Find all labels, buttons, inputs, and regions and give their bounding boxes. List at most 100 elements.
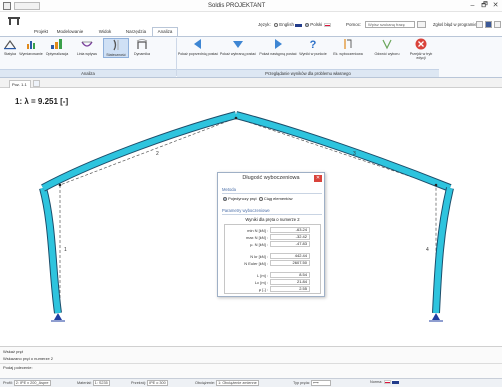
row-label: min N [kN] : bbox=[247, 228, 268, 233]
previous-mode-label: Pokaż poprzednią postać bbox=[177, 52, 219, 56]
chain-label: Ciąg elementów bbox=[263, 196, 293, 201]
row-label: μ. N [kN] : bbox=[250, 242, 268, 247]
help-search-input[interactable]: Wpisz szukaną frazę bbox=[365, 21, 415, 28]
arrow-left-icon bbox=[194, 39, 201, 49]
arrow-right-icon bbox=[275, 39, 282, 49]
dynamika-button[interactable]: Dynamika bbox=[130, 38, 154, 56]
statecznosc-button[interactable]: Stateczność bbox=[103, 38, 129, 59]
invert-selection-label: Odwróć wyboru bbox=[374, 52, 400, 56]
help-icon[interactable] bbox=[476, 21, 483, 28]
row-value: -63.24 bbox=[270, 227, 310, 233]
row-value: -32.42 bbox=[270, 234, 310, 240]
wymiarowanie-button[interactable]: Wymiarowanie bbox=[19, 38, 43, 56]
przekroj-label: Przekrój: bbox=[131, 381, 146, 385]
buckling-length-icon bbox=[344, 39, 352, 49]
command-divider bbox=[0, 363, 502, 364]
optymalizacja-label: Optymalizacja bbox=[45, 52, 69, 56]
lang-polish-option[interactable]: Polski bbox=[305, 22, 331, 27]
invert-selection-button[interactable]: Odwróć wyboru bbox=[370, 38, 404, 56]
optymalizacja-button[interactable]: Optymalizacja bbox=[43, 38, 71, 56]
next-mode-label: Pokaż następną postać bbox=[259, 52, 297, 56]
method-section-label: Metoda bbox=[222, 187, 236, 192]
row-label: L [m] : bbox=[257, 273, 268, 278]
row-value: 2.55 bbox=[270, 286, 310, 292]
radio-polish[interactable] bbox=[305, 22, 309, 27]
close-window-button[interactable]: ✕ bbox=[491, 1, 500, 10]
params-section-label: Parametry wyboczeniowe bbox=[222, 208, 270, 213]
close-red-icon bbox=[415, 38, 427, 50]
help-search-button[interactable] bbox=[417, 21, 426, 28]
tab-widok[interactable]: Widok bbox=[94, 27, 116, 36]
edit-mode-button[interactable]: Przejdź w tryb edycji bbox=[406, 38, 436, 60]
material-field[interactable]: Materiał: 1: S235 bbox=[77, 380, 110, 386]
load-field[interactable]: Obciążenie: 1: Obciążenie zmienne bbox=[195, 380, 259, 386]
load-label: Obciążenie: bbox=[195, 381, 216, 385]
optimization-icon bbox=[51, 39, 62, 49]
add-document-tab-icon[interactable] bbox=[33, 80, 40, 87]
pl-flag-icon bbox=[323, 22, 331, 27]
tab-projekt[interactable]: Projekt bbox=[30, 27, 52, 36]
arrow-down-icon bbox=[233, 41, 243, 48]
single-member-option[interactable]: Pojedynczy pręt Ciąg elementów bbox=[223, 196, 293, 201]
maximize-button[interactable]: 🗗 bbox=[480, 1, 489, 10]
tab-analiza[interactable]: Analiza bbox=[152, 27, 178, 36]
przekroj-value[interactable]: IPE o 300 bbox=[147, 380, 168, 386]
statyka-label: Statyka bbox=[4, 52, 16, 56]
row-label: μ [-] : bbox=[258, 287, 268, 292]
row-value: 8.54 bbox=[270, 272, 310, 278]
uk-flag-icon bbox=[295, 22, 303, 27]
info-icon[interactable] bbox=[494, 21, 501, 28]
lang-polish-label: Polski bbox=[310, 22, 323, 27]
minimize-button[interactable]: – bbox=[468, 1, 477, 10]
previous-mode-button[interactable]: Pokaż poprzednią postać bbox=[177, 38, 219, 56]
dialog-divider bbox=[222, 214, 322, 215]
radio-chain[interactable] bbox=[258, 196, 263, 201]
command-prompt[interactable]: Podaj polecenie: bbox=[3, 365, 33, 370]
dialog-close-button[interactable]: ✕ bbox=[314, 175, 322, 182]
report-bug-link[interactable]: Zgłoś błąd w programie bbox=[433, 22, 477, 27]
row-value: 21.84 bbox=[270, 279, 310, 285]
lang-english-option[interactable]: English bbox=[274, 22, 303, 27]
dynamika-label: Dynamika bbox=[134, 52, 150, 56]
language-label: Język: bbox=[258, 22, 271, 27]
tab-modelowanie[interactable]: Modelowanie bbox=[53, 27, 87, 36]
profile-label: Profil: bbox=[3, 381, 13, 385]
material-label: Materiał: bbox=[77, 381, 92, 385]
radio-single-member[interactable] bbox=[223, 196, 227, 201]
help-label: Pomoc: bbox=[346, 22, 362, 27]
member-type-field[interactable]: Typ pręta: ⟷ bbox=[293, 380, 331, 386]
load-value[interactable]: 1: Obciążenie zmienne bbox=[216, 380, 259, 386]
document-tab[interactable]: Poz. 1.1 bbox=[9, 80, 31, 88]
edit-mode-label: Przejdź w tryb edycji bbox=[409, 52, 433, 61]
statics-icon bbox=[4, 39, 16, 50]
lang-english-label: English bbox=[279, 22, 295, 27]
row-label: N kr [kN] : bbox=[250, 254, 268, 259]
row-label: N Euler [kN] : bbox=[244, 261, 268, 266]
quick-access-toolbar[interactable] bbox=[14, 2, 40, 10]
app-menu-icon[interactable] bbox=[3, 2, 11, 10]
material-value[interactable]: 1: S235 bbox=[92, 380, 110, 386]
profile-field[interactable]: Profil: 2: IPE x 200_Aspre bbox=[3, 380, 51, 386]
row-label: Lc [m] : bbox=[254, 280, 268, 285]
member-type-value[interactable]: ⟷ bbox=[310, 380, 331, 386]
buckling-length-button[interactable]: Ek. wyboczeniowa bbox=[330, 38, 366, 56]
norm-label: Norma: bbox=[370, 380, 383, 384]
radio-english[interactable] bbox=[274, 22, 278, 27]
przekroj-field[interactable]: Przekrój: IPE o 300 bbox=[131, 380, 168, 386]
facebook-icon[interactable] bbox=[485, 21, 492, 28]
svg-text:?: ? bbox=[310, 39, 317, 50]
row-value: 2607.50 bbox=[270, 260, 310, 266]
statyka-button[interactable]: Statyka bbox=[1, 38, 19, 56]
influence-line-icon bbox=[81, 41, 93, 47]
linia-wplywu-button[interactable]: Linia wpływu bbox=[72, 38, 102, 56]
selected-mode-label: Pokaż wybraną postać bbox=[219, 52, 257, 56]
tab-narzedzia[interactable]: Narzędzia bbox=[121, 27, 151, 36]
results-at-point-button[interactable]: ? Wyniki w punkcie bbox=[299, 38, 327, 56]
norm-field[interactable]: Norma: bbox=[370, 380, 399, 384]
soldis-logo-icon[interactable] bbox=[7, 16, 21, 26]
group-analysis-label: Analiza bbox=[0, 69, 176, 77]
profile-value[interactable]: 2: IPE x 200_Aspre bbox=[13, 380, 51, 386]
next-mode-button[interactable]: Pokaż następną postać bbox=[257, 38, 299, 56]
member-type-label: Typ pręta: bbox=[293, 381, 310, 385]
selected-mode-button[interactable]: Pokaż wybraną postać bbox=[219, 38, 257, 56]
